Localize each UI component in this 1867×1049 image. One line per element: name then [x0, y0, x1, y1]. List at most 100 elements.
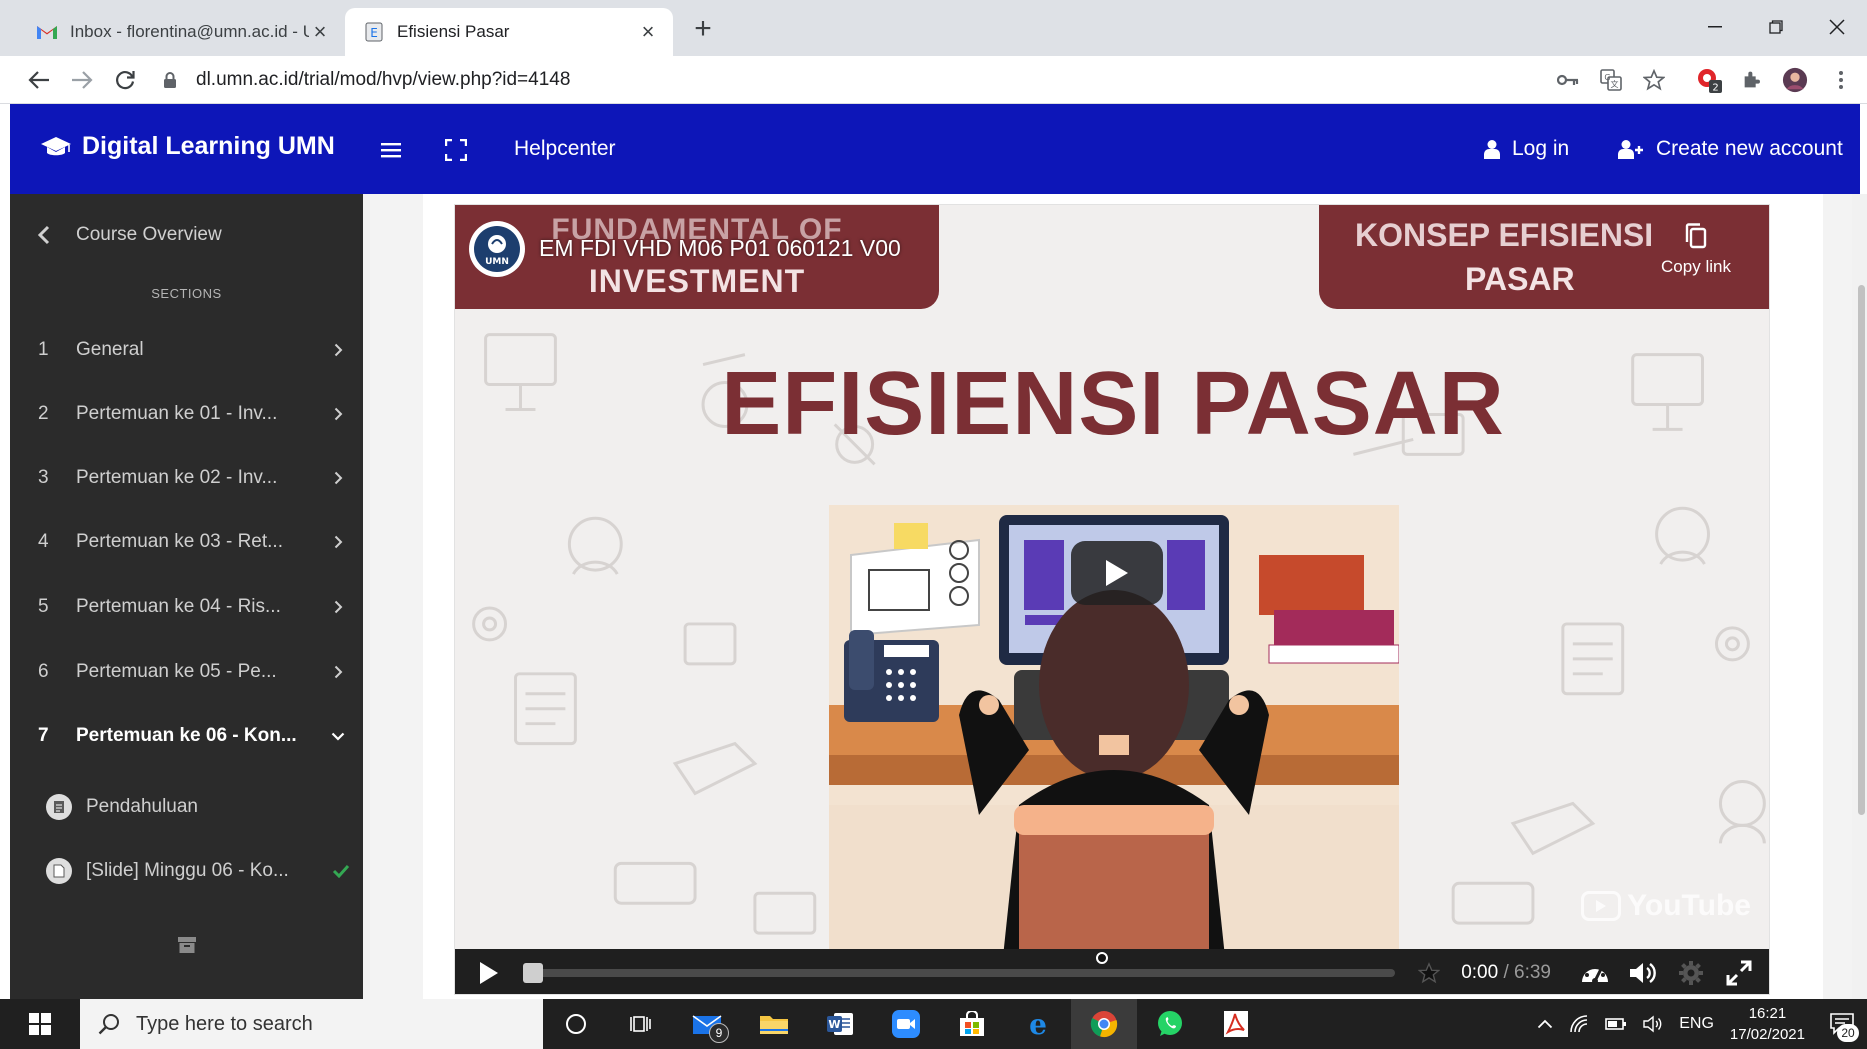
large-play-button[interactable]	[1071, 541, 1163, 605]
youtube-watermark-text: YouTube	[1627, 889, 1751, 922]
search-placeholder: Type here to search	[136, 1012, 313, 1035]
battery-icon[interactable]	[1605, 1017, 1627, 1031]
time-display: 0:00 / 6:39	[1461, 962, 1551, 984]
page-scrollbar-thumb[interactable]	[1858, 285, 1865, 815]
completion-check-icon[interactable]	[326, 864, 356, 878]
user-icon	[1484, 139, 1500, 159]
bookmark-star-icon[interactable]	[1641, 67, 1667, 93]
taskbar-search-input[interactable]: Type here to search	[80, 999, 543, 1049]
chevron-right-icon	[313, 600, 363, 614]
reload-icon[interactable]	[110, 65, 140, 95]
new-tab-button[interactable]: +	[688, 14, 718, 44]
hamburger-menu-icon[interactable]	[377, 137, 405, 163]
chevron-up-icon[interactable]	[1537, 1019, 1553, 1029]
tab-inbox[interactable]: Inbox - florentina@umn.ac.id - U ×	[10, 8, 345, 56]
course-overview-link[interactable]: Course Overview	[38, 224, 222, 246]
sections-heading: SECTIONS	[151, 286, 222, 301]
network-icon[interactable]	[1569, 1015, 1589, 1033]
copy-link-button[interactable]: Copy link	[1651, 223, 1741, 277]
helpcenter-link[interactable]: Helpcenter	[514, 137, 616, 161]
mail-app-icon[interactable]: 9	[675, 999, 741, 1049]
url-text[interactable]: dl.umn.ac.id/trial/mod/hvp/view.php?id=4…	[196, 69, 570, 91]
profile-avatar[interactable]	[1782, 67, 1808, 93]
cortana-icon[interactable]	[543, 999, 609, 1049]
input-language[interactable]: ENG	[1679, 1015, 1714, 1033]
settings-gear-icon[interactable]	[1671, 953, 1711, 993]
chevron-right-icon	[313, 471, 363, 485]
system-clock[interactable]: 16:21 17/02/2021	[1730, 1003, 1805, 1045]
translate-icon[interactable]: G文	[1598, 67, 1624, 93]
video-title[interactable]: EM FDI VHD M06 P01 060121 V00	[539, 235, 901, 262]
section-number: 1	[38, 339, 49, 360]
windows-start-icon[interactable]	[0, 999, 80, 1049]
back-icon[interactable]	[24, 65, 54, 95]
restore-icon[interactable]	[1746, 10, 1806, 44]
tab-title: Efisiensi Pasar	[397, 22, 510, 41]
user-plus-icon	[1618, 139, 1644, 159]
copy-icon	[1651, 223, 1741, 249]
section-item-pertemuan-02[interactable]: 3 Pertemuan ke 02 - Inv...	[10, 450, 363, 506]
chevron-right-icon	[313, 407, 363, 421]
youtube-watermark[interactable]: YouTube	[1581, 889, 1751, 923]
section-item-pertemuan-04[interactable]: 5 Pertemuan ke 04 - Ris...	[10, 579, 363, 635]
chrome-menu-icon[interactable]	[1828, 67, 1854, 93]
channel-logo[interactable]: UMN	[469, 221, 525, 277]
speaker-icon[interactable]	[1643, 1015, 1663, 1033]
section-item-general[interactable]: 1 General	[10, 322, 363, 378]
word-app-icon[interactable]: W	[807, 999, 873, 1049]
fullscreen-icon[interactable]	[1719, 953, 1759, 993]
activity-item-pendahuluan[interactable]: Pendahuluan	[46, 782, 356, 832]
seek-handle[interactable]	[523, 962, 543, 983]
zoom-app-icon[interactable]	[873, 999, 939, 1049]
section-number: 6	[38, 661, 49, 682]
whatsapp-icon[interactable]	[1137, 999, 1203, 1049]
close-tab-icon[interactable]: ×	[309, 19, 331, 44]
archive-icon[interactable]	[176, 934, 198, 956]
bookmark-icon[interactable]	[1409, 953, 1449, 993]
youtube-play-icon	[1581, 891, 1622, 921]
task-view-icon[interactable]	[609, 999, 675, 1049]
close-tab-icon[interactable]: ×	[637, 19, 659, 44]
section-item-pertemuan-06[interactable]: 7 Pertemuan ke 06 - Kon...	[10, 708, 363, 764]
section-item-pertemuan-03[interactable]: 4 Pertemuan ke 03 - Ret...	[10, 514, 363, 570]
pdf-reader-icon[interactable]	[1203, 999, 1269, 1049]
activity-item-slide-minggu-06[interactable]: [Slide] Minggu 06 - Ko...	[46, 846, 356, 896]
create-account-label: Create new account	[1656, 137, 1843, 160]
volume-icon[interactable]	[1623, 953, 1663, 993]
puzzle-icon[interactable]	[1739, 67, 1765, 93]
chevron-down-icon	[313, 732, 363, 741]
seek-bar[interactable]	[523, 962, 1396, 983]
tab-efisiensi-pasar[interactable]: E Efisiensi Pasar ×	[345, 8, 673, 56]
banner-course-bottom: INVESTMENT	[588, 263, 806, 299]
chrome-browser-icon[interactable]	[1071, 999, 1137, 1049]
playback-speed-icon[interactable]	[1575, 953, 1615, 993]
close-window-icon[interactable]	[1807, 10, 1867, 44]
screen: Inbox - florentina@umn.ac.id - U × E Efi…	[0, 0, 1867, 1049]
notification-center-icon[interactable]: 20	[1819, 999, 1867, 1049]
omnibox[interactable]: dl.umn.ac.id/trial/mod/hvp/view.php?id=4…	[160, 60, 1580, 100]
extension-red-icon[interactable]: 2	[1696, 67, 1722, 93]
section-number: 3	[38, 467, 49, 488]
notification-count: 20	[1837, 1024, 1859, 1042]
section-number: 4	[38, 531, 49, 552]
create-account-link[interactable]: Create new account	[1618, 137, 1843, 161]
lock-icon[interactable]	[160, 69, 180, 91]
svg-text:e: e	[1029, 1010, 1047, 1038]
minimize-icon[interactable]	[1685, 10, 1745, 44]
chevron-right-icon	[313, 535, 363, 549]
section-item-pertemuan-05[interactable]: 6 Pertemuan ke 05 - Pe...	[10, 644, 363, 700]
fullscreen-toggle-icon[interactable]	[442, 137, 470, 163]
play-icon[interactable]	[469, 953, 509, 993]
login-link[interactable]: Log in	[1484, 137, 1569, 161]
edge-browser-icon[interactable]: e	[1005, 999, 1071, 1049]
section-label: Pertemuan ke 01 - Inv...	[76, 403, 278, 424]
video-player[interactable]: FUNDAMENTAL OF INVESTMENT KONSEP EFISIEN…	[454, 204, 1770, 995]
forward-icon[interactable]	[67, 65, 97, 95]
site-brand[interactable]: Digital Learning UMN	[40, 132, 335, 161]
search-icon	[98, 1013, 120, 1035]
file-explorer-icon[interactable]	[741, 999, 807, 1049]
channel-logo-text: UMN	[485, 257, 509, 267]
key-icon[interactable]	[1555, 67, 1581, 93]
microsoft-store-icon[interactable]	[939, 999, 1005, 1049]
section-item-pertemuan-01[interactable]: 2 Pertemuan ke 01 - Inv...	[10, 386, 363, 442]
